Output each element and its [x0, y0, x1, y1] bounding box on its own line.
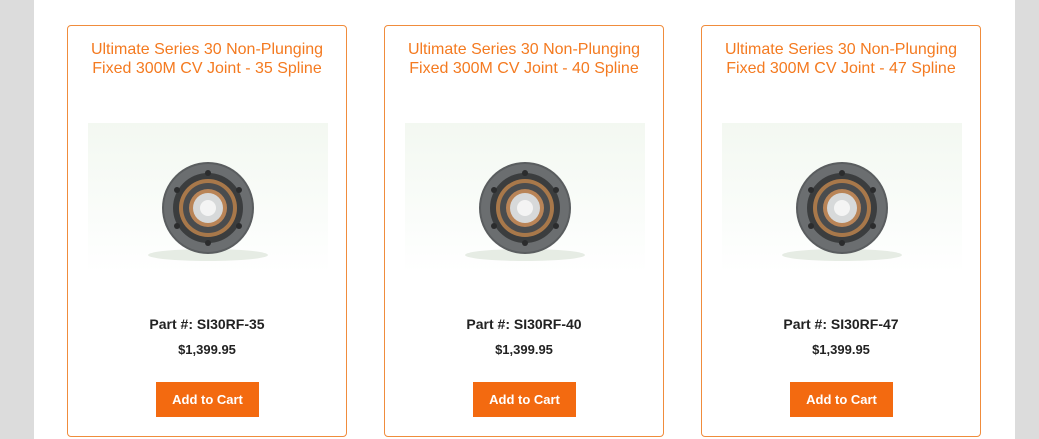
product-price: $1,399.95 [495, 342, 553, 357]
product-title-link[interactable]: Ultimate Series 30 Non-Plunging Fixed 30… [712, 40, 970, 78]
product-price: $1,399.95 [812, 342, 870, 357]
product-card: Ultimate Series 30 Non-Plunging Fixed 30… [384, 25, 664, 437]
cv-joint-image [148, 162, 268, 261]
product-image[interactable] [722, 123, 962, 273]
product-title-link[interactable]: Ultimate Series 30 Non-Plunging Fixed 30… [395, 40, 653, 78]
part-number: Part #: SI30RF-35 [149, 316, 265, 332]
part-number: Part #: SI30RF-40 [466, 316, 582, 332]
add-to-cart-button[interactable]: Add to Cart [473, 382, 576, 417]
product-card: Ultimate Series 30 Non-Plunging Fixed 30… [701, 25, 981, 437]
product-card: Ultimate Series 30 Non-Plunging Fixed 30… [67, 25, 347, 437]
product-title-link[interactable]: Ultimate Series 30 Non-Plunging Fixed 30… [78, 40, 336, 78]
product-image[interactable] [405, 123, 645, 273]
add-to-cart-button[interactable]: Add to Cart [156, 382, 259, 417]
product-image[interactable] [88, 123, 328, 273]
product-grid: Ultimate Series 30 Non-Plunging Fixed 30… [34, 0, 1015, 439]
cv-joint-image [465, 162, 585, 261]
cv-joint-image [782, 162, 902, 261]
part-number: Part #: SI30RF-47 [783, 316, 899, 332]
product-price: $1,399.95 [178, 342, 236, 357]
add-to-cart-button[interactable]: Add to Cart [790, 382, 893, 417]
